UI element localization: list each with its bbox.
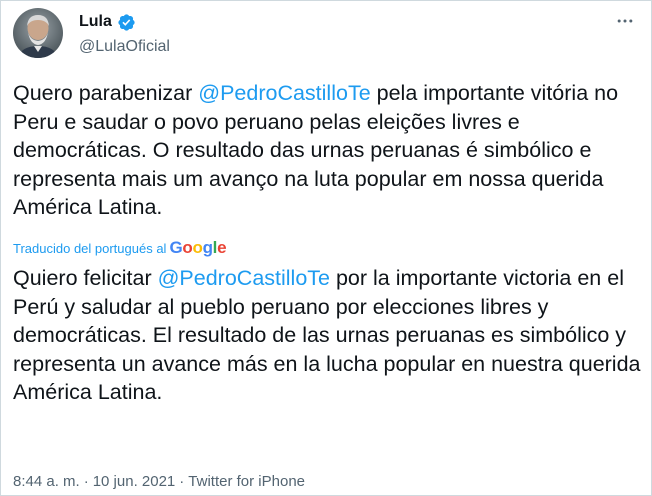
meta-separator: · [83, 473, 89, 490]
original-text-part1: Quero parabenizar [13, 81, 199, 105]
display-name[interactable]: Lula [79, 13, 112, 31]
avatar[interactable] [13, 8, 63, 58]
user-names: Lula @LulaOficial [79, 12, 170, 56]
google-letter: G [169, 238, 183, 257]
google-letter: o [192, 238, 203, 257]
tweet-time[interactable]: 8:44 a. m. [13, 473, 80, 490]
display-name-row: Lula [79, 12, 170, 32]
verified-badge-icon [117, 13, 136, 32]
tweet-text-translated: Quiero felicitar @PedroCastilloTe por la… [13, 264, 641, 407]
user-handle[interactable]: @LulaOficial [79, 38, 170, 56]
google-letter: e [217, 238, 227, 257]
more-options-icon[interactable] [613, 11, 637, 31]
avatar-image [13, 8, 63, 58]
tweet-meta: 8:44 a. m. · 10 jun. 2021 · Twitter for … [13, 473, 305, 490]
google-letter: g [202, 238, 213, 257]
tweet-text-original: Quero parabenizar @PedroCastilloTe pela … [13, 79, 641, 222]
google-logo: Google [169, 238, 226, 258]
translated-text-part1: Quiero felicitar [13, 266, 158, 290]
tweet-card: Lula @LulaOficial Quero parabenizar @Ped… [0, 0, 652, 496]
mention-link[interactable]: @PedroCastilloTe [198, 81, 370, 105]
meta-separator: · [179, 473, 185, 490]
mention-link[interactable]: @PedroCastilloTe [158, 266, 330, 290]
tweet-header: Lula @LulaOficial [13, 7, 641, 63]
translation-label: Traducido del portugués al [13, 240, 167, 256]
translation-note[interactable]: Traducido del portugués al Google [13, 238, 227, 258]
google-letter: o [182, 238, 193, 257]
tweet-source[interactable]: Twitter for iPhone [188, 473, 305, 490]
tweet-date[interactable]: 10 jun. 2021 [93, 473, 176, 490]
